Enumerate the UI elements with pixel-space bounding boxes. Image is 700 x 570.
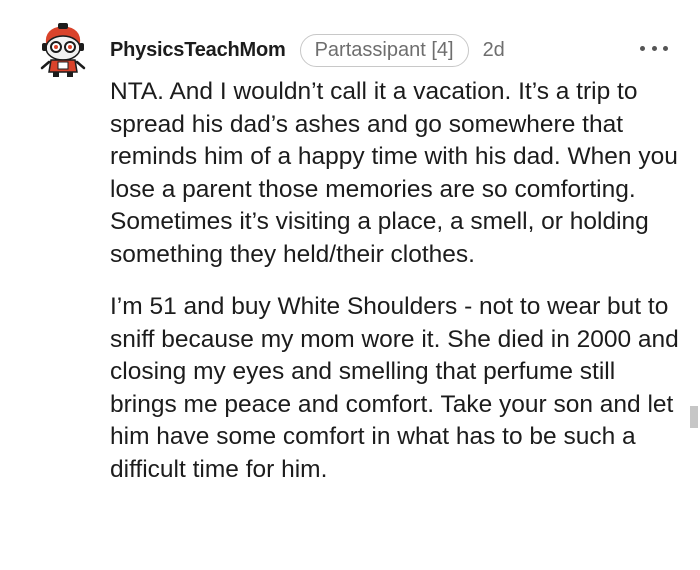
user-flair-badge: Partassipant [4] [299, 33, 469, 67]
comment-paragraph-1: NTA. And I wouldn’t call it a vacation. … [110, 78, 678, 268]
comment-header: PhysicsTeachMom Partassipant [4] 2d [110, 33, 505, 67]
comment-timestamp[interactable]: 2d [483, 39, 505, 62]
comment-paragraph-2: I’m 51 and buy White Shoulders - not to … [110, 293, 679, 483]
scrollbar-thumb[interactable] [690, 406, 698, 428]
username-link[interactable]: PhysicsTeachMom [110, 39, 286, 62]
more-dot [651, 45, 657, 51]
more-dot [663, 45, 668, 51]
snoo-avatar-icon[interactable] [36, 22, 90, 78]
more-options-icon[interactable] [640, 40, 668, 56]
more-dot [640, 45, 645, 51]
comment-body: NTA. And I wouldn’t call it a vacation. … [110, 76, 680, 486]
comment-card: PhysicsTeachMom Partassipant [4] 2d NTA.… [0, 0, 700, 570]
